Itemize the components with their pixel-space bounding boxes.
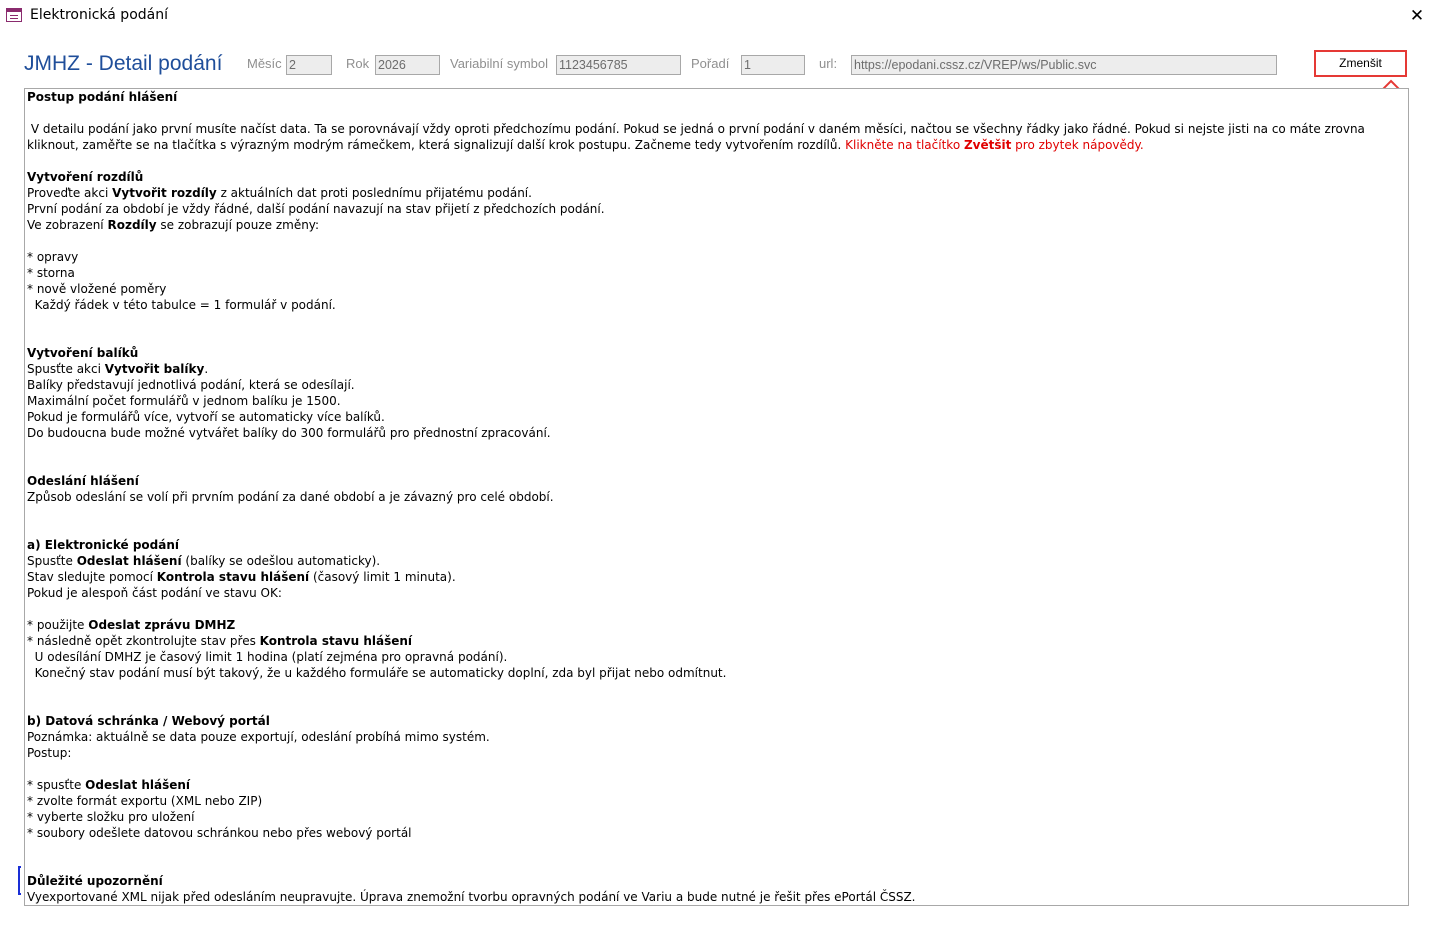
help-text-box[interactable]: Postup podání hlášení V detailu podání j…	[24, 88, 1409, 906]
help-line: Poznámka: aktuálně se data pouze exportu…	[27, 730, 490, 744]
list-item: * opravy	[27, 250, 79, 264]
help-line: Proveďte akci Vytvořit rozdíly z aktuáln…	[27, 186, 532, 200]
variabilni-symbol-label: Variabilní symbol	[450, 56, 549, 71]
help-line: Postup:	[27, 746, 72, 760]
section-heading: a) Elektronické podání	[27, 538, 180, 552]
variabilni-symbol-field[interactable]: 1123456785	[556, 55, 681, 75]
section-heading: b) Datová schránka / Webový portál	[27, 714, 270, 728]
list-item: U odesílání DMHZ je časový limit 1 hodin…	[27, 650, 508, 664]
mesic-field[interactable]: 2	[286, 55, 332, 75]
list-item: * spusťte Odeslat hlášení	[27, 778, 191, 792]
list-item: * použijte Odeslat zprávu DMHZ	[27, 618, 236, 632]
section-heading: Vytvoření rozdílů	[27, 170, 144, 184]
list-item: Konečný stav podání musí být takový, že …	[27, 666, 727, 680]
url-label: url:	[819, 56, 838, 71]
poradi-label: Pořadí	[691, 56, 730, 71]
rok-label: Rok	[346, 56, 370, 71]
window-title: Elektronická podání	[30, 7, 168, 23]
help-line: Do budoucna bude možné vytvářet balíky d…	[27, 426, 551, 440]
help-line: Způsob odeslání se volí při prvním podán…	[27, 490, 554, 504]
form-area: JMHZ - Detail podání Měsíc 2 Rok 2026 Va…	[0, 32, 1440, 932]
page-title: JMHZ - Detail podání	[24, 52, 223, 75]
list-item: * zvolte formát exportu (XML nebo ZIP)	[27, 794, 263, 808]
form-icon	[6, 8, 22, 22]
mesic-label: Měsíc	[247, 56, 282, 71]
help-line: První podání za období je vždy řádné, da…	[27, 202, 605, 216]
list-item: * nově vložené poměry	[27, 282, 167, 296]
help-line: Maximální počet formulářů v jednom balík…	[27, 394, 341, 408]
list-item: * následně opět zkontrolujte stav přes K…	[27, 634, 413, 648]
focus-marker	[18, 866, 21, 895]
help-line: Pokud je formulářů více, vytvoří se auto…	[27, 410, 385, 424]
help-line: Ve zobrazení Rozdíly se zobrazují pouze …	[27, 218, 320, 232]
list-item: * vyberte složku pro uložení	[27, 810, 195, 824]
close-button[interactable]: ✕	[1394, 0, 1440, 32]
list-item: * soubory odešlete datovou schránkou neb…	[27, 826, 412, 840]
poradi-field[interactable]: 1	[741, 55, 805, 75]
section-heading: Vytvoření balíků	[27, 346, 139, 360]
list-item: * storna	[27, 266, 75, 280]
help-line: Balíky představují jednotlivá podání, kt…	[27, 378, 355, 392]
help-line: Stav sledujte pomocí Kontrola stavu hláš…	[27, 570, 456, 584]
zmensit-button[interactable]: Zmenšit	[1314, 50, 1407, 77]
section-heading: Odeslání hlášení	[27, 474, 139, 488]
title-bar: Elektronická podání ✕	[0, 0, 1440, 33]
help-line: Spusťte Odeslat hlášení (balíky se odešl…	[27, 554, 381, 568]
list-item: Každý řádek v této tabulce = 1 formulář …	[27, 298, 336, 312]
section-heading: Důležité upozornění	[27, 874, 163, 888]
url-field[interactable]: https://epodani.cssz.cz/VREP/ws/Public.s…	[851, 55, 1277, 75]
help-heading: Postup podání hlášení	[27, 90, 178, 104]
help-line: Pokud je alespoň část podání ve stavu OK…	[27, 586, 282, 600]
help-line: Vyexportované XML nijak před odesláním n…	[27, 890, 916, 904]
help-line: Spusťte akci Vytvořit balíky.	[27, 362, 209, 376]
help-intro: V detailu podání jako první musíte načís…	[27, 122, 1369, 152]
rok-field[interactable]: 2026	[375, 55, 440, 75]
